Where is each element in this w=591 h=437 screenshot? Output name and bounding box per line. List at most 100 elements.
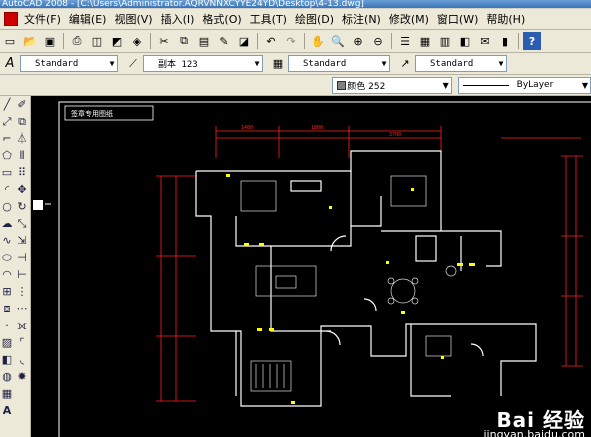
rectangle-icon[interactable]: ▭	[1, 165, 14, 180]
move-icon[interactable]: ✥	[16, 182, 29, 197]
make-block-icon[interactable]: ⧈	[1, 301, 14, 316]
break-icon[interactable]: ⋯	[16, 301, 29, 316]
ellipse-arc-icon[interactable]: ◠	[1, 267, 14, 282]
region-icon[interactable]: ◍	[1, 369, 14, 384]
menu-view[interactable]: 视图(V)	[110, 11, 156, 27]
dim-value: 1400	[241, 125, 253, 131]
color-select[interactable]: 颜色 252 ▼	[332, 76, 452, 94]
dim-style-icon: ⟋	[129, 56, 137, 70]
toolbar-separator	[150, 33, 151, 49]
sofa	[255, 265, 317, 297]
arc-icon[interactable]: ◜	[1, 182, 14, 197]
mtext-icon[interactable]: A	[1, 403, 14, 418]
redo-icon[interactable]: ↷	[282, 32, 300, 50]
mirror-icon[interactable]: ⏃	[16, 131, 29, 146]
scale-icon[interactable]: ⤡	[16, 216, 29, 231]
insert-block-icon[interactable]: ⊞	[1, 284, 14, 299]
menu-draw[interactable]: 绘图(D)	[291, 11, 338, 27]
undo-icon[interactable]: ↶	[262, 32, 280, 50]
multileader-style-select[interactable]: Standard ▼	[415, 55, 507, 72]
preview-icon[interactable]: ◫	[88, 32, 106, 50]
table-style-select[interactable]: Standard ▼	[288, 55, 390, 72]
properties-icon[interactable]: ☰	[396, 32, 414, 50]
wall-inner	[270, 246, 331, 332]
menu-modify[interactable]: 修改(M)	[385, 11, 433, 27]
chamfer-icon[interactable]: ⌜	[16, 335, 29, 350]
plot-icon[interactable]: ⎙	[68, 32, 86, 50]
join-icon[interactable]: ⟗	[16, 318, 29, 333]
help-icon[interactable]: ?	[523, 32, 541, 50]
dining-table	[390, 278, 416, 304]
dimension-text: 1400 1800 3700	[241, 125, 401, 138]
gradient-icon[interactable]: ◧	[1, 352, 14, 367]
menu-format[interactable]: 格式(O)	[198, 11, 245, 27]
calculator-icon[interactable]: ▮	[496, 32, 514, 50]
offset-icon[interactable]: ⫴	[16, 148, 29, 163]
text-style-select[interactable]: Standard ▼	[20, 55, 118, 72]
break-point-icon[interactable]: ⋮	[16, 284, 29, 299]
toolbar-separator	[304, 33, 305, 49]
chevron-down-icon: ▼	[109, 59, 115, 68]
spline-icon[interactable]: ∿	[1, 233, 14, 248]
tool-palettes-icon[interactable]: ▥	[436, 32, 454, 50]
zoom-window-icon[interactable]: ⊕	[349, 32, 367, 50]
block-editor-icon[interactable]: ◪	[235, 32, 253, 50]
markup-icon[interactable]: ✉	[476, 32, 494, 50]
paste-icon[interactable]: ▤	[195, 32, 213, 50]
menu-file[interactable]: 文件(F)	[20, 11, 65, 27]
3d-dwf-icon[interactable]: ◈	[128, 32, 146, 50]
trim-icon[interactable]: ⊣	[16, 250, 29, 265]
construction-line-icon[interactable]: ⤢	[1, 114, 14, 129]
match-properties-icon[interactable]: ✎	[215, 32, 233, 50]
array-icon[interactable]: ⠿	[16, 165, 29, 180]
menu-insert[interactable]: 插入(I)	[157, 11, 199, 27]
menu-dimension[interactable]: 标注(N)	[338, 11, 385, 27]
window-title: AutoCAD 2008 - [C:\Users\Administrator.A…	[2, 0, 364, 8]
publish-icon[interactable]: ◩	[108, 32, 126, 50]
copy-icon[interactable]: ⧉	[175, 32, 193, 50]
extend-icon[interactable]: ⊢	[16, 267, 29, 282]
window-title-bar: AutoCAD 2008 - [C:\Users\Administrator.A…	[0, 0, 591, 8]
erase-icon[interactable]: ✐	[16, 97, 29, 112]
chair	[411, 297, 419, 305]
hatch-icon[interactable]: ▨	[1, 335, 14, 350]
circle-icon[interactable]: ○	[1, 199, 14, 214]
table-style-value: Standard	[303, 58, 347, 69]
wall-outer-bottom	[195, 171, 537, 407]
polygon-icon[interactable]: ⬠	[1, 148, 14, 163]
polyline-icon[interactable]: ⌐	[1, 131, 14, 146]
dim-style-select[interactable]: 副本 123 ▼	[143, 55, 263, 72]
fillet-icon[interactable]: ◟	[16, 352, 29, 367]
zoom-realtime-icon[interactable]: 🔍	[329, 32, 347, 50]
explode-icon[interactable]: ✸	[16, 369, 29, 384]
dimensions	[156, 126, 583, 402]
menu-window[interactable]: 窗口(W)	[433, 11, 482, 27]
drawing-canvas[interactable]: 签章专用图纸 1400 1800 3700 Bai 经验 jingyan.bai…	[31, 96, 591, 437]
bed	[390, 175, 427, 207]
styles-toolbar: A Standard ▼ ⟋ 副本 123 ▼ ▦ Standard ▼ ↗ S…	[0, 53, 591, 75]
point-icon[interactable]: ·	[1, 318, 14, 333]
rotate-icon[interactable]: ↻	[16, 199, 29, 214]
chair	[411, 277, 419, 285]
design-center-icon[interactable]: ▦	[416, 32, 434, 50]
marker	[226, 174, 230, 177]
toolbar-separator	[391, 33, 392, 49]
table-icon[interactable]: ▦	[1, 386, 14, 401]
pan-icon[interactable]: ✋	[309, 32, 327, 50]
line-icon[interactable]: ╱	[1, 97, 14, 112]
app-menu-icon[interactable]	[4, 12, 18, 26]
zoom-previous-icon[interactable]: ⊖	[369, 32, 387, 50]
open-icon[interactable]: 📂	[21, 32, 39, 50]
copy-obj-icon[interactable]: ⧉	[16, 114, 29, 129]
sheet-set-icon[interactable]: ◧	[456, 32, 474, 50]
stretch-icon[interactable]: ⇲	[16, 233, 29, 248]
revcloud-icon[interactable]: ☁	[1, 216, 14, 231]
save-icon[interactable]: ▣	[41, 32, 59, 50]
ellipse-icon[interactable]: ⬭	[1, 250, 14, 265]
menu-tools[interactable]: 工具(T)	[246, 11, 291, 27]
menu-help[interactable]: 帮助(H)	[482, 11, 529, 27]
cut-icon[interactable]: ✂	[155, 32, 173, 50]
menu-edit[interactable]: 编辑(E)	[65, 11, 111, 27]
linetype-select[interactable]: ByLayer ▼	[457, 76, 591, 94]
new-icon[interactable]: ▭	[1, 32, 19, 50]
